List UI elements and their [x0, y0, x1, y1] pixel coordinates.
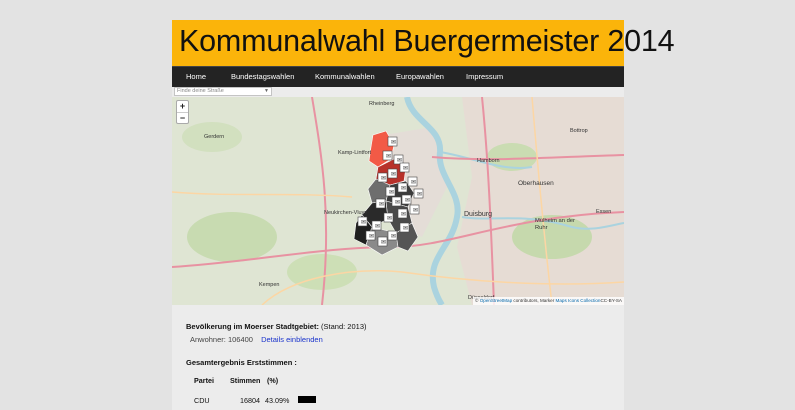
- maps-icons-link[interactable]: Maps Icons Collection: [556, 298, 601, 303]
- col-header-stimmen: Stimmen: [230, 376, 261, 385]
- svg-text:✉: ✉: [405, 198, 410, 204]
- svg-text:✉: ✉: [417, 192, 422, 198]
- zoom-in-button[interactable]: +: [177, 101, 188, 112]
- svg-text:✉: ✉: [389, 190, 394, 196]
- svg-text:✉: ✉: [401, 212, 406, 218]
- map-attribution: © OpenStreetMap contributors, Marker Map…: [473, 297, 624, 305]
- license-text: CC-BY-SA: [600, 298, 622, 303]
- inhabitants-count: Anwohner: 106400: [190, 335, 253, 344]
- svg-text:✉: ✉: [403, 226, 408, 232]
- place-label: Rheinberg: [369, 101, 395, 107]
- svg-text:✉: ✉: [391, 234, 396, 240]
- population-note: (Stand: 2013): [321, 322, 367, 331]
- svg-text:✉: ✉: [401, 186, 406, 192]
- main-nav: Home Bundestagswahlen Kommunalwahlen Eur…: [172, 66, 624, 87]
- page-title: Kommunalwahl Buergermeister 2014: [179, 24, 675, 58]
- page-container: Kommunalwahl Buergermeister 2014 Home Bu…: [172, 20, 675, 410]
- details-link[interactable]: Details einblenden: [261, 335, 323, 344]
- osm-link[interactable]: OpenStreetMap: [480, 298, 512, 303]
- copyright-symbol: ©: [475, 298, 479, 303]
- map-tiles: ✉✉✉ ✉✉✉ ✉✉✉ ✉✉✉ ✉✉✉ ✉✉ ✉ ✉✉✉ ✉: [172, 97, 624, 305]
- svg-text:✉: ✉: [381, 176, 386, 182]
- chevron-down-icon: ▼: [264, 88, 269, 94]
- nav-home[interactable]: Home: [186, 72, 206, 81]
- col-header-partei: Partei: [194, 376, 214, 385]
- svg-text:✉: ✉: [379, 202, 384, 208]
- stats-section: Bevölkerung im Moerser Stadtgebiet: (Sta…: [172, 306, 624, 410]
- street-search-placeholder: Finde deine Straße: [177, 88, 224, 94]
- svg-text:✉: ✉: [391, 172, 396, 178]
- nav-kommunalwahlen[interactable]: Kommunalwahlen: [315, 72, 375, 81]
- svg-text:✉: ✉: [391, 140, 396, 146]
- place-label: Duisburg: [464, 211, 493, 218]
- results-title: Gesamtergebnis Erststimmen :: [186, 358, 297, 367]
- svg-text:✉: ✉: [413, 208, 418, 214]
- header-banner: Kommunalwahl Buergermeister 2014: [172, 20, 675, 66]
- population-line: Bevölkerung im Moerser Stadtgebiet: (Sta…: [186, 322, 367, 331]
- place-label: Essen: [596, 209, 612, 215]
- place-label: Kempen: [259, 282, 280, 288]
- svg-text:✉: ✉: [395, 200, 400, 206]
- svg-text:✉: ✉: [369, 234, 374, 240]
- svg-text:✉: ✉: [411, 180, 416, 186]
- place-label: Neukirchen-Vluyn: [324, 210, 368, 216]
- attribution-text: contributors, Marker: [512, 298, 556, 303]
- street-search-select[interactable]: Finde deine Straße ▼: [174, 87, 272, 96]
- svg-text:✉: ✉: [397, 158, 402, 164]
- svg-text:✉: ✉: [387, 216, 392, 222]
- zoom-control: + −: [176, 100, 189, 124]
- place-label: Bottrop: [570, 128, 588, 134]
- svg-text:✉: ✉: [361, 220, 366, 226]
- col-header-percent: (%): [267, 376, 279, 385]
- row-percent: 43.09%: [265, 396, 290, 405]
- zoom-out-button[interactable]: −: [177, 112, 188, 124]
- row-party: CDU: [194, 396, 210, 405]
- svg-text:✉: ✉: [381, 240, 386, 246]
- result-bar: [298, 396, 316, 403]
- svg-text:✉: ✉: [386, 154, 391, 160]
- place-label: Oberhausen: [518, 180, 554, 187]
- inhabitants-line: Anwohner: 106400 Details einblenden: [190, 335, 323, 344]
- place-label: Hamborn: [477, 158, 500, 164]
- nav-bundestagswahlen[interactable]: Bundestagswahlen: [231, 72, 294, 81]
- place-label: Gerdern: [204, 134, 225, 140]
- nav-impressum[interactable]: Impressum: [466, 72, 503, 81]
- svg-text:✉: ✉: [375, 224, 380, 230]
- svg-text:✉: ✉: [403, 166, 408, 172]
- population-label: Bevölkerung im Moerser Stadtgebiet:: [186, 322, 319, 331]
- place-label: Mülheim an der Ruhr: [535, 218, 575, 231]
- nav-europawahlen[interactable]: Europawahlen: [396, 72, 444, 81]
- place-label: Kamp-Lintfort: [338, 150, 372, 156]
- row-votes: 16804: [240, 396, 260, 405]
- map-view[interactable]: ✉ ✉ ✉ ✉ ✉ ✉ ✉ ✉ ✉ ✉ ✉ ✉ ✉ ✉ ✉ ✉ ✉ ✉ ✉ ✉ ✉ ✉ Rheinberg …: [172, 97, 624, 305]
